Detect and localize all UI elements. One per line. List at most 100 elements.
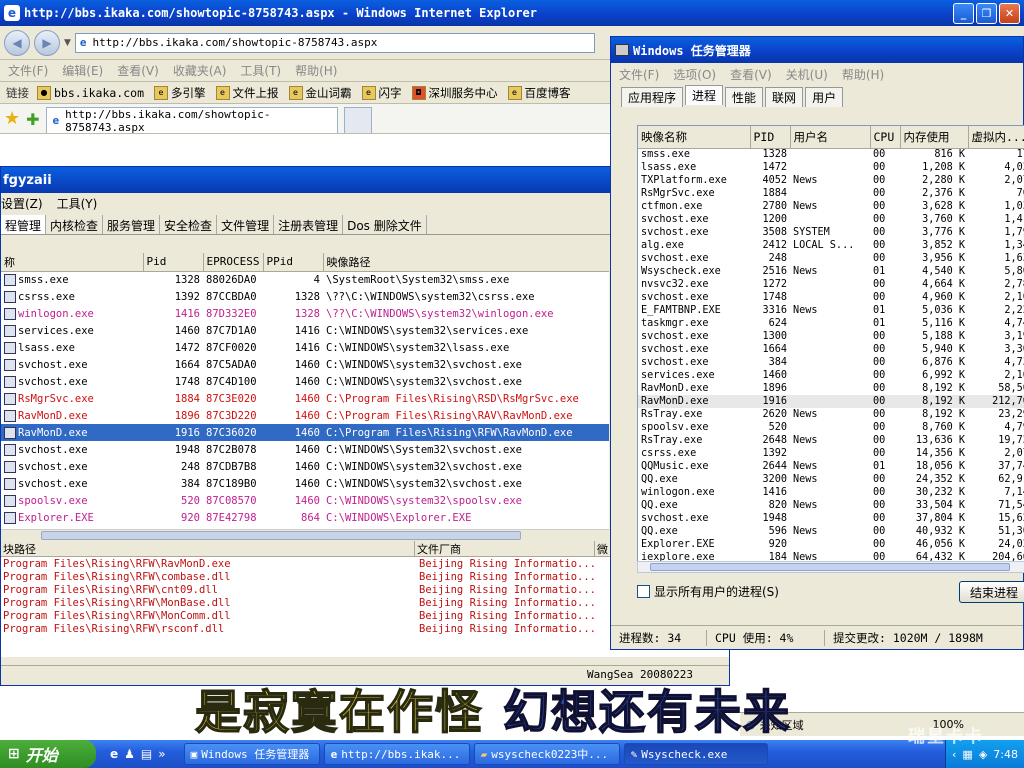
tm-process-row[interactable]: RsTray.exe 2648 News 00 13,636 K 19,724 xyxy=(638,434,1024,447)
tm-process-row[interactable]: alg.exe 2412 LOCAL S... 00 3,852 K 1,344 xyxy=(638,239,1024,252)
tm-menu-view[interactable]: 查看(V) xyxy=(730,66,772,83)
module-row[interactable]: Program Files\Rising\RFW\rsconf.dll Beiji… xyxy=(1,622,601,635)
tm-process-row[interactable]: RavMonD.exe1916 008,192 K212,704 xyxy=(638,395,1024,408)
process-row[interactable]: lsass.exe 1472 87CF0020 1416 C:\WINDOWS\syst… xyxy=(1,339,609,356)
tm-hscrollbar[interactable] xyxy=(637,561,1024,573)
tm-process-row[interactable]: services.exe 1460 00 6,992 K 2,160 xyxy=(638,369,1024,382)
link-bbs[interactable]: ● bbs.ikaka.com xyxy=(37,85,144,100)
menu-view[interactable]: 查看(V) xyxy=(117,62,159,79)
process-row[interactable]: svchost.exe 384 87C189B0 1460 C:\WINDOWS\sys… xyxy=(1,475,609,492)
tool-menu-settings[interactable]: 设置(Z) xyxy=(1,195,43,212)
tm-process-row[interactable]: TXPlatform.exe 4052 News 00 2,280 K 2,072 xyxy=(638,174,1024,187)
ie-titlebar[interactable]: e http://bbs.ikaka.com/showtopic-8758743… xyxy=(0,0,1024,26)
link-shenzhen[interactable]: ◘ 深圳服务中心 xyxy=(411,85,498,101)
taskbar-item-wsyscheck[interactable]: ✎ Wsyscheck.exe xyxy=(623,743,768,765)
tab-service-manage[interactable]: 服务管理 xyxy=(103,215,161,234)
col-image-path[interactable]: 映像路径 xyxy=(323,253,609,272)
tm-menu-help[interactable]: 帮助(H) xyxy=(842,66,884,83)
tm-tab-performance[interactable]: 性能 xyxy=(725,87,764,107)
tm-process-list[interactable]: 映像名称 PID 用户名 CPU 内存使用 虚拟内... smss.exe 132… xyxy=(637,125,1024,565)
browser-tab[interactable]: e http://bbs.ikaka.com/showtopic-8758743… xyxy=(45,107,338,134)
menu-tools[interactable]: 工具(T) xyxy=(240,62,281,79)
col-name[interactable]: 称 xyxy=(1,253,144,272)
close-button[interactable]: ✕ xyxy=(999,3,1020,24)
taskbar-item-taskmgr[interactable]: ▣ Windows 任务管理器 xyxy=(183,743,320,765)
quicklaunch-media-icon[interactable]: ▤ xyxy=(141,747,152,761)
start-button[interactable]: ⊞ 开始 xyxy=(0,740,96,768)
tm-process-row[interactable]: spoolsv.exe 520 00 8,760 K 4,796 xyxy=(638,421,1024,434)
process-row[interactable]: svchost.exe 1948 87C2B078 1460 C:\WINDOWS\Sy… xyxy=(1,441,609,458)
tray-antivirus-icon[interactable]: ◈ xyxy=(979,748,987,761)
tm-process-row[interactable]: QQMusic.exe 2644 News 01 18,056 K 37,744 xyxy=(638,460,1024,473)
tm-titlebar[interactable]: Windows 任务管理器 xyxy=(611,37,1023,63)
show-all-users-checkbox[interactable]: 显示所有用户的进程(S) xyxy=(637,583,779,600)
menu-help[interactable]: 帮助(H) xyxy=(295,62,337,79)
tm-process-row[interactable]: svchost.exe 1664 00 5,940 K 3,304 xyxy=(638,343,1024,356)
process-row[interactable]: smss.exe 1328 88026DA0 4 \SystemRoot\System3… xyxy=(1,271,609,288)
process-row[interactable]: winlogon.exe 1416 87D332E0 1328 \??\C:\WINDO… xyxy=(1,305,609,322)
tm-process-row[interactable]: RsMgrSvc.exe 1884 00 2,376 K 708 xyxy=(638,187,1024,200)
nav-dropdown-icon[interactable]: ▼ xyxy=(64,38,71,48)
tm-process-row[interactable]: ctfmon.exe 2780 News 00 3,628 K 1,032 xyxy=(638,200,1024,213)
add-favorite-icon[interactable]: ✚ xyxy=(26,110,39,129)
process-row[interactable]: Explorer.EXE 920 87E42798 864 C:\WINDOWS\Exp… xyxy=(1,509,609,526)
module-row[interactable]: Program Files\Rising\RFW\MonBase.dll Beij… xyxy=(1,596,601,609)
module-row[interactable]: Program Files\Rising\RFW\cnt09.dll Beijin… xyxy=(1,583,601,596)
tm-tab-processes[interactable]: 进程 xyxy=(685,85,724,105)
menu-file[interactable]: 文件(F) xyxy=(8,62,48,79)
tool-menu-tools[interactable]: 工具(Y) xyxy=(57,195,98,212)
module-row[interactable]: Program Files\Rising\RFW\MonComm.dll Beij… xyxy=(1,609,601,622)
tm-process-row[interactable]: winlogon.exe 1416 00 30,232 K 7,144 xyxy=(638,486,1024,499)
col-eprocess[interactable]: EPROCESS xyxy=(203,253,264,272)
tm-process-row[interactable]: svchost.exe 384 00 6,876 K 4,732 xyxy=(638,356,1024,369)
tm-process-row[interactable]: RsTray.exe 2620 News 00 8,192 K 23,292 xyxy=(638,408,1024,421)
tm-process-row[interactable]: svchost.exe 1748 00 4,960 K 2,104 xyxy=(638,291,1024,304)
menu-edit[interactable]: 编辑(E) xyxy=(62,62,103,79)
tab-process-manage[interactable]: 程管理 xyxy=(1,215,47,234)
taskbar-item-folder[interactable]: ▰ wsyscheck0223中... xyxy=(473,743,620,765)
tab-file-manage[interactable]: 文件管理 xyxy=(217,215,275,234)
tray-network-icon[interactable]: ▦ xyxy=(962,748,972,761)
tm-col-user[interactable]: 用户名 xyxy=(790,126,871,149)
process-row[interactable]: RavMonD.exe 1896 87C3D220 1460 C:\Program Fi… xyxy=(1,407,609,424)
checkbox-box[interactable] xyxy=(637,585,650,598)
link-multi-engine[interactable]: e 多引擎 xyxy=(154,85,206,101)
link-flash-text[interactable]: e 闪字 xyxy=(361,85,402,101)
col-more[interactable]: 微 xyxy=(595,541,608,556)
quicklaunch-user-icon[interactable]: ♟ xyxy=(124,747,135,761)
tm-process-row[interactable]: E_FAMTBNP.EXE 3316 News 01 5,036 K 2,228 xyxy=(638,304,1024,317)
process-row[interactable]: spoolsv.exe 520 87C08570 1460 C:\WINDOWS\sys… xyxy=(1,492,609,509)
tray-clock[interactable]: 7:48 xyxy=(993,748,1018,761)
tm-process-row[interactable]: svchost.exe 1948 00 37,804 K 15,628 xyxy=(638,512,1024,525)
tm-process-row[interactable]: svchost.exe 1200 00 3,760 K 1,416 xyxy=(638,213,1024,226)
tm-process-row[interactable]: Explorer.EXE 920 00 46,056 K 24,020 xyxy=(638,538,1024,551)
maximize-button[interactable]: ❐ xyxy=(976,3,997,24)
process-row[interactable]: RsMgrSvc.exe 1884 87C3E020 1460 C:\Program F… xyxy=(1,390,609,407)
tm-menu-options[interactable]: 选项(O) xyxy=(673,66,716,83)
tm-process-row[interactable]: csrss.exe 1392 00 14,356 K 2,076 xyxy=(638,447,1024,460)
process-row[interactable]: RavMonD.exe 1916 87C36020 1460 C:\Program Fi… xyxy=(1,424,609,441)
tm-tab-networking[interactable]: 联网 xyxy=(765,87,804,107)
tm-col-image-name[interactable]: 映像名称 xyxy=(638,126,751,149)
address-bar[interactable]: e http://bbs.ikaka.com/showtopic-8758743… xyxy=(74,32,595,53)
link-baidu-blog[interactable]: e 百度博客 xyxy=(507,85,571,101)
quicklaunch-ie-icon[interactable]: e xyxy=(110,747,118,761)
tm-process-row[interactable]: Wsyscheck.exe 2516 News 01 4,540 K 5,804 xyxy=(638,265,1024,278)
tm-col-mem[interactable]: 内存使用 xyxy=(900,126,969,149)
col-ppid[interactable]: PPid xyxy=(263,253,324,272)
process-row[interactable]: svchost.exe 1664 87C5ADA0 1460 C:\WINDOWS\sy… xyxy=(1,356,609,373)
process-row[interactable]: services.exe 1460 87C7D1A0 1416 C:\WINDOWS\s… xyxy=(1,322,609,339)
process-list[interactable]: 称 Pid EPROCESS PPid 映像路径 smss.exe 1328 880… xyxy=(1,253,609,529)
module-row[interactable]: Program Files\Rising\RFW\combase.dll Beij… xyxy=(1,570,601,583)
tm-process-row[interactable]: svchost.exe 3508 SYSTEM 00 3,776 K 1,792 xyxy=(638,226,1024,239)
tab-dos-delete[interactable]: Dos 删除文件 xyxy=(343,215,427,234)
col-pid[interactable]: Pid xyxy=(143,253,204,272)
favorites-star-icon[interactable]: ★ xyxy=(4,108,20,129)
tm-process-row[interactable]: QQ.exe 820 News 00 33,504 K 71,548 xyxy=(638,499,1024,512)
tm-process-row[interactable]: QQ.exe 3200 News 00 24,352 K 62,916 xyxy=(638,473,1024,486)
process-row[interactable]: svchost.exe 248 87CDB7B8 1460 C:\WINDOWS\sys… xyxy=(1,458,609,475)
tm-menu-file[interactable]: 文件(F) xyxy=(619,66,659,83)
tm-process-row[interactable]: svchost.exe 248 00 3,956 K 1,636 xyxy=(638,252,1024,265)
module-row[interactable]: Program Files\Rising\RFW\RavMonD.exe Beij… xyxy=(1,557,601,570)
tm-process-row[interactable]: QQ.exe 596 News 00 40,932 K 51,304 xyxy=(638,525,1024,538)
